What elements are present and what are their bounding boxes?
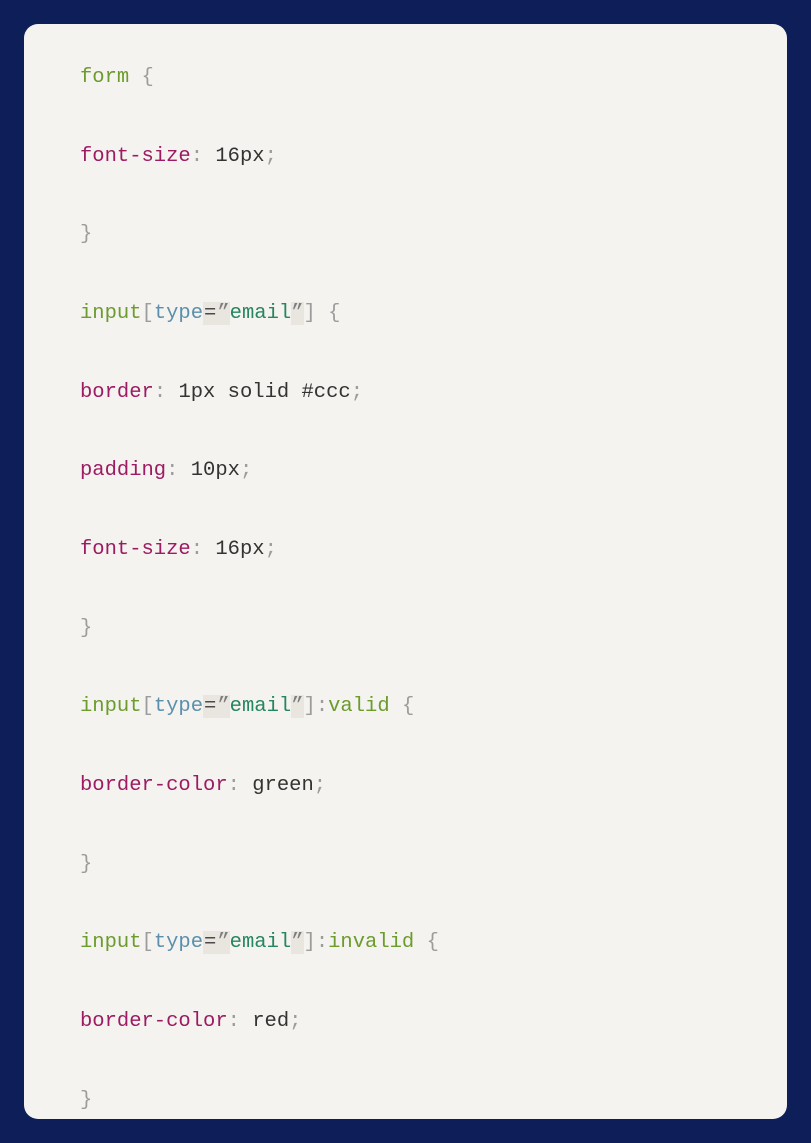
- token-tag: valid: [328, 695, 390, 718]
- token-colon: :: [166, 459, 178, 482]
- token-eq: =: [203, 931, 217, 954]
- token-property: font-size: [80, 145, 191, 168]
- token-str: email: [230, 695, 292, 718]
- token-brace: {: [142, 66, 154, 89]
- token-str: email: [230, 302, 292, 325]
- token-semicolon: ;: [351, 381, 363, 404]
- blank-line: [80, 721, 731, 772]
- token-brace: }: [80, 617, 92, 640]
- token-kw: red: [252, 1010, 289, 1033]
- code-line: }: [80, 615, 731, 643]
- token-colon: :: [228, 1010, 240, 1033]
- code-line: }: [80, 1087, 731, 1115]
- code-line: input[type=”email”] {: [80, 300, 731, 328]
- token-kw: solid: [228, 381, 290, 404]
- blank-line: [80, 328, 731, 379]
- token-brace: }: [80, 853, 92, 876]
- token-eq: =: [203, 302, 217, 325]
- token-num: 10: [191, 459, 216, 482]
- blank-line: [80, 642, 731, 693]
- token-tag: invalid: [328, 931, 414, 954]
- token-tag: input: [80, 931, 142, 954]
- blank-line: [80, 800, 731, 851]
- token-semicolon: ;: [240, 459, 252, 482]
- token-colon: :: [228, 774, 240, 797]
- token-sp: [215, 381, 227, 404]
- token-colon: :: [191, 145, 203, 168]
- code-line: }: [80, 221, 731, 249]
- token-brace: {: [402, 695, 414, 718]
- blank-line: [80, 170, 731, 221]
- token-quote: ”: [217, 302, 229, 325]
- blank-line: [80, 878, 731, 929]
- token-property: font-size: [80, 538, 191, 561]
- token-tag: form: [80, 66, 129, 89]
- token-quote: ”: [217, 695, 229, 718]
- token-property: padding: [80, 459, 166, 482]
- token-property: border-color: [80, 774, 228, 797]
- token-tag: input: [80, 302, 142, 325]
- token-unit: px: [191, 381, 216, 404]
- code-line: input[type=”email”]:valid {: [80, 693, 731, 721]
- token-punc: ]: [304, 302, 316, 325]
- blank-line: [80, 957, 731, 1008]
- token-punc: :: [316, 931, 328, 954]
- code-line: border-color: green;: [80, 772, 731, 800]
- code-line: border: 1px solid #ccc;: [80, 379, 731, 407]
- token-colon: :: [191, 538, 203, 561]
- token-num: 16: [215, 538, 240, 561]
- token-property: border-color: [80, 1010, 228, 1033]
- token-tag: input: [80, 695, 142, 718]
- token-punc: ]: [304, 931, 316, 954]
- token-property: border: [80, 381, 154, 404]
- token-unit: px: [240, 145, 265, 168]
- token-punc: [: [142, 931, 154, 954]
- token-punc: [: [142, 695, 154, 718]
- token-str: email: [230, 931, 292, 954]
- token-colon: :: [154, 381, 166, 404]
- token-semicolon: ;: [265, 145, 277, 168]
- code-line: input[type=”email”]:invalid {: [80, 929, 731, 957]
- token-attr: type: [154, 695, 203, 718]
- code-line: form {: [80, 64, 731, 92]
- token-brace: {: [427, 931, 439, 954]
- token-num: 16: [215, 145, 240, 168]
- token-brace: }: [80, 1089, 92, 1112]
- token-unit: px: [240, 538, 265, 561]
- token-punc: :: [316, 695, 328, 718]
- code-block: form {font-size: 16px;}input[type=”email…: [24, 24, 787, 1119]
- code-line: border-color: red;: [80, 1008, 731, 1036]
- token-unit: px: [215, 459, 240, 482]
- code-line: }: [80, 851, 731, 879]
- token-semicolon: ;: [289, 1010, 301, 1033]
- token-semicolon: ;: [265, 538, 277, 561]
- blank-line: [80, 564, 731, 615]
- token-kw: green: [252, 774, 314, 797]
- token-quote: ”: [291, 695, 303, 718]
- token-sp: [289, 381, 301, 404]
- blank-line: [80, 249, 731, 300]
- token-quote: ”: [291, 931, 303, 954]
- token-hash: #ccc: [302, 381, 351, 404]
- token-quote: ”: [291, 302, 303, 325]
- blank-line: [80, 1036, 731, 1087]
- code-line: padding: 10px;: [80, 457, 731, 485]
- token-brace: }: [80, 223, 92, 246]
- token-attr: type: [154, 302, 203, 325]
- token-punc: ]: [304, 695, 316, 718]
- token-eq: =: [203, 695, 217, 718]
- code-line: font-size: 16px;: [80, 143, 731, 171]
- blank-line: [80, 485, 731, 536]
- blank-line: [80, 406, 731, 457]
- token-semicolon: ;: [314, 774, 326, 797]
- token-num: 1: [178, 381, 190, 404]
- token-brace: {: [328, 302, 340, 325]
- token-attr: type: [154, 931, 203, 954]
- token-quote: ”: [217, 931, 229, 954]
- token-punc: [: [142, 302, 154, 325]
- blank-line: [80, 92, 731, 143]
- code-line: font-size: 16px;: [80, 536, 731, 564]
